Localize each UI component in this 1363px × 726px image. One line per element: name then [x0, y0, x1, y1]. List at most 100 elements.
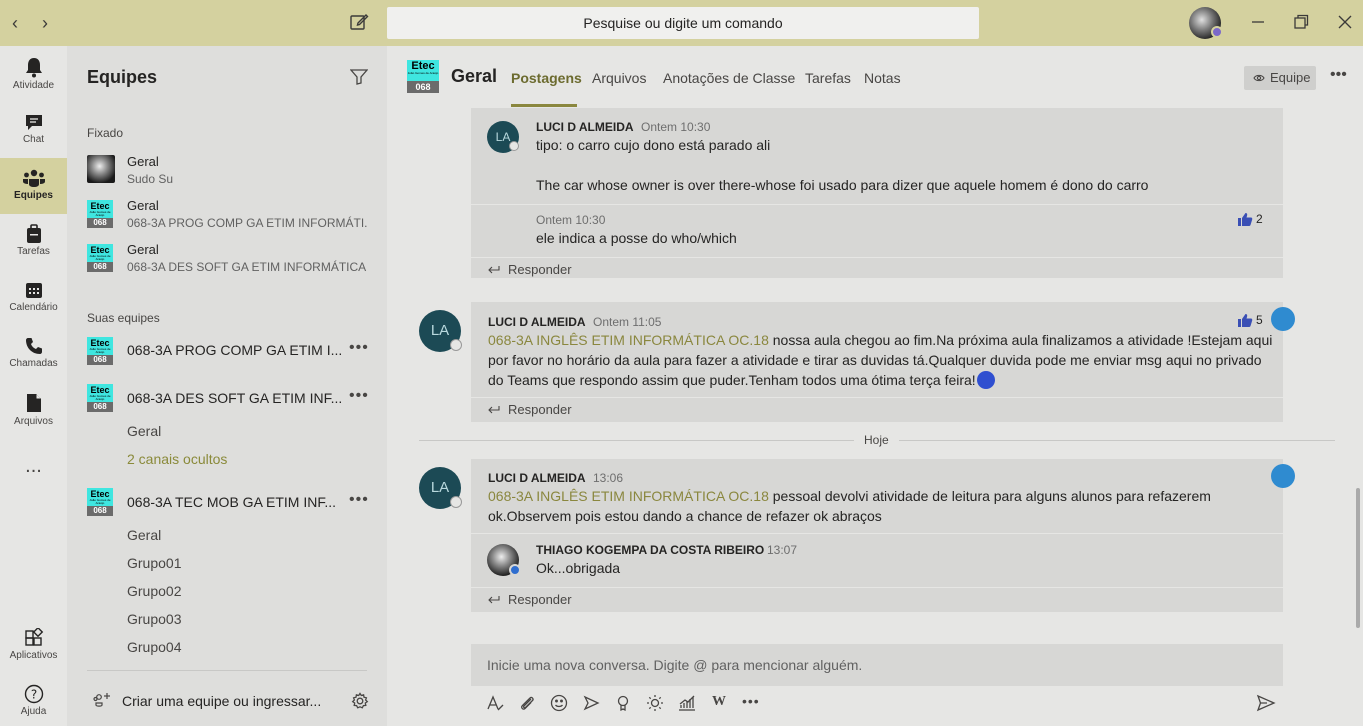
- divider: [471, 257, 1283, 258]
- pinned-channel-row[interactable]: Etec João Gomes de Araújo 068 Geral 068-3…: [67, 238, 387, 282]
- reply-button[interactable]: Responder: [508, 592, 572, 607]
- team-avatar: [87, 155, 115, 183]
- tab-anotacoes[interactable]: Anotações de Classe: [663, 70, 795, 86]
- pinned-channel-row[interactable]: Etec João Gomes de Araújo 068 Geral 068-3…: [67, 194, 387, 238]
- rail-more-button[interactable]: ...: [0, 442, 67, 490]
- channel-mention[interactable]: 068-3A INGLÊS ETIM INFORMÁTICA OC.18: [488, 332, 769, 348]
- rail-item-apps[interactable]: Aplicativos: [0, 618, 67, 674]
- eye-icon: [1253, 74, 1265, 82]
- svg-text:?: ?: [30, 688, 36, 702]
- pinned-section-label: Fixado: [87, 126, 124, 140]
- more-apps-icon[interactable]: •••: [742, 693, 760, 709]
- maximize-icon[interactable]: [1291, 12, 1311, 32]
- forward-arrow-icon[interactable]: ›: [42, 13, 48, 34]
- tab-notas[interactable]: Notas: [864, 70, 901, 86]
- feed-scrollbar[interactable]: [1356, 488, 1360, 628]
- panel-divider: [87, 670, 367, 671]
- header-more-options-icon[interactable]: •••: [1330, 66, 1347, 84]
- chart-icon[interactable]: [677, 693, 697, 713]
- back-arrow-icon[interactable]: ‹: [12, 13, 18, 34]
- team-more-options-icon[interactable]: •••: [349, 387, 369, 405]
- channel-header: Etec João Gomes de Araújo 068 Geral Posta…: [387, 46, 1363, 108]
- channel-item[interactable]: Grupo01: [127, 555, 181, 571]
- smile-emoji-icon: [976, 371, 995, 389]
- divider: [471, 533, 1283, 534]
- channel-item[interactable]: Grupo02: [127, 583, 181, 599]
- message-body-line: do Teams que respondo assim que puder.Te…: [488, 370, 995, 390]
- like-icon[interactable]: [1237, 313, 1253, 328]
- presence-status-icon: [450, 496, 462, 508]
- panel-title: Equipes: [87, 67, 158, 87]
- team-row[interactable]: Etec João Gomes de Araújo 068 068-3A PROG…: [67, 329, 387, 373]
- app-rail: Atividade Chat Equipes Tarefas Calendári…: [0, 46, 67, 726]
- divider: [471, 397, 1283, 398]
- away-status-icon: [509, 564, 521, 576]
- rail-item-help[interactable]: ? Ajuda: [0, 674, 67, 726]
- filter-icon[interactable]: [350, 69, 368, 85]
- presence-status-icon: [509, 141, 519, 151]
- channel-item[interactable]: Geral: [127, 527, 161, 543]
- rail-item-files[interactable]: Arquivos: [0, 382, 67, 438]
- team-more-options-icon[interactable]: •••: [349, 491, 369, 509]
- pinned-channel-row[interactable]: Geral Sudo Su: [67, 150, 387, 194]
- etec-logo: Etec João Gomes de Araújo 068: [87, 244, 113, 272]
- format-icon[interactable]: [485, 693, 505, 713]
- channel-mention[interactable]: 068-3A INGLÊS ETIM INFORMÁTICA OC.18: [488, 488, 769, 504]
- minimize-icon[interactable]: [1248, 12, 1268, 32]
- rail-item-chat[interactable]: Chat: [0, 102, 67, 158]
- tab-tarefas[interactable]: Tarefas: [805, 70, 851, 86]
- teams-panel: Equipes Fixado Geral Sudo Su Etec João Go…: [67, 46, 387, 726]
- your-teams-section-label: Suas equipes: [87, 311, 160, 325]
- team-row[interactable]: Etec João Gomes de Araújo 068 068-3A TEC …: [67, 480, 387, 524]
- files-icon: [26, 394, 41, 412]
- brightness-icon[interactable]: [645, 693, 665, 713]
- close-icon[interactable]: [1335, 12, 1355, 32]
- message-thread: LA LUCI D ALMEIDA Ontem 10:30 tipo: o ca…: [471, 108, 1283, 278]
- team-view-button[interactable]: Equipe: [1244, 66, 1316, 90]
- rail-item-calendar[interactable]: Calendário: [0, 270, 67, 326]
- active-tab-indicator: [511, 104, 577, 107]
- etec-logo: Etec João Gomes de Araújo 068: [87, 384, 113, 412]
- channel-item[interactable]: Grupo04: [127, 639, 181, 655]
- rail-item-activity[interactable]: Atividade: [0, 46, 67, 102]
- tab-postagens[interactable]: Postagens: [511, 70, 582, 86]
- channel-item[interactable]: Geral: [127, 423, 161, 439]
- reply-arrow-icon: [488, 596, 500, 604]
- message-body: 068-3A INGLÊS ETIM INFORMÁTICA OC.18 pes…: [488, 488, 1211, 504]
- etec-logo: Etec João Gomes de Araújo 068: [87, 337, 113, 365]
- new-conversation-input[interactable]: Inicie uma nova conversa. Digite @ para …: [471, 644, 1283, 686]
- channel-item[interactable]: Grupo03: [127, 611, 181, 627]
- team-row[interactable]: Etec João Gomes de Araújo 068 068-3A DES …: [67, 376, 387, 420]
- rail-item-teams[interactable]: Equipes: [0, 158, 67, 214]
- message-thread: LUCI D ALMEIDA 13:06 068-3A INGLÊS ETIM …: [471, 459, 1283, 612]
- divider: [471, 587, 1283, 588]
- attach-icon[interactable]: [517, 693, 537, 713]
- channel-announcement-icon: [1271, 464, 1295, 488]
- phone-icon: [25, 338, 42, 354]
- create-team-button[interactable]: Criar uma equipe ou ingressar...: [67, 678, 387, 726]
- message-feed: LA LUCI D ALMEIDA Ontem 10:30 tipo: o ca…: [387, 108, 1363, 642]
- send-icon[interactable]: [1256, 694, 1276, 712]
- etec-logo: Etec João Gomes de Araújo 068: [407, 60, 439, 93]
- gif-icon[interactable]: [581, 693, 601, 713]
- compose-icon[interactable]: [349, 12, 369, 32]
- settings-gear-icon[interactable]: [351, 692, 369, 710]
- chat-icon: [25, 115, 42, 130]
- help-icon: ?: [24, 684, 43, 704]
- reply-message: LA LUCI D ALMEIDA Ontem 10:30 tipo: o ca…: [471, 108, 1283, 204]
- reply-button[interactable]: Responder: [508, 262, 572, 277]
- wiki-icon[interactable]: W: [712, 694, 726, 710]
- reply-arrow-icon: [488, 406, 500, 414]
- rail-item-assignments[interactable]: Tarefas: [0, 214, 67, 270]
- reply-button[interactable]: Responder: [508, 402, 572, 417]
- rail-item-calls[interactable]: Chamadas: [0, 326, 67, 382]
- channel-announcement-icon: [1271, 307, 1295, 331]
- hidden-channels-link[interactable]: 2 canais ocultos: [127, 451, 227, 467]
- praise-icon[interactable]: [613, 693, 633, 713]
- title-bar: ‹ › Pesquise ou digite um comando: [0, 0, 1363, 46]
- emoji-icon[interactable]: [549, 693, 569, 713]
- search-input[interactable]: Pesquise ou digite um comando: [387, 7, 979, 39]
- tab-arquivos[interactable]: Arquivos: [592, 70, 646, 86]
- like-icon[interactable]: [1237, 212, 1253, 227]
- team-more-options-icon[interactable]: •••: [349, 339, 369, 357]
